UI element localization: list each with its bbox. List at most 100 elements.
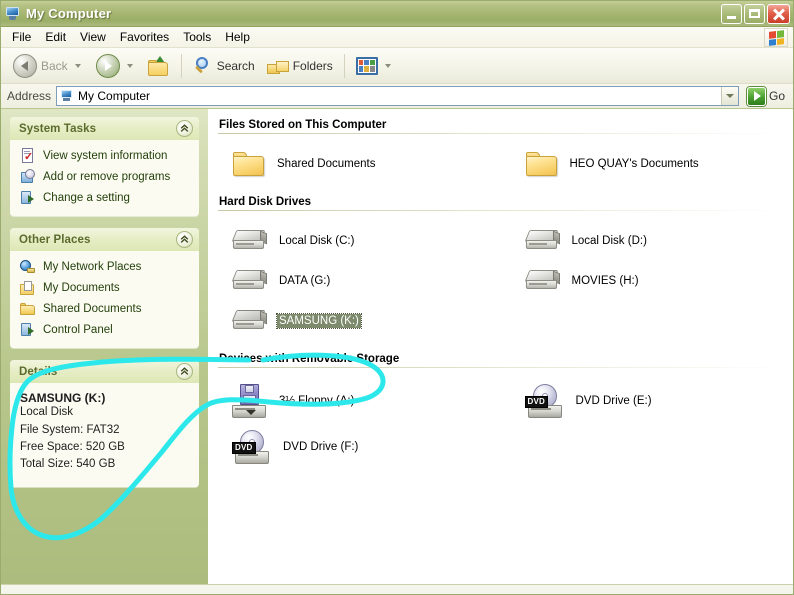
forward-arrow-icon xyxy=(95,53,120,78)
hard-drive-icon xyxy=(231,267,268,295)
go-button[interactable]: Go xyxy=(744,86,788,107)
dvd-drive-icon: DVD xyxy=(232,430,272,464)
hard-drive-icon xyxy=(231,227,268,255)
close-button[interactable] xyxy=(767,4,790,24)
sidebar-item-add-or-remove-programs[interactable]: Add or remove programs xyxy=(10,166,199,187)
change-setting-icon xyxy=(20,190,36,206)
file-list-area: Files Stored on This Computer Shared Doc… xyxy=(208,109,793,584)
item-label: DVD Drive (F:) xyxy=(283,441,359,453)
menu-edit[interactable]: Edit xyxy=(38,28,73,46)
details-free-space: Free Space: 520 GB xyxy=(20,441,125,453)
item-label: DATA (G:) xyxy=(279,275,331,287)
search-label: Search xyxy=(216,58,255,73)
details-file-system: File System: FAT32 xyxy=(20,424,120,436)
folders-button[interactable]: Folders xyxy=(261,51,339,81)
windows-flag-icon xyxy=(764,28,788,47)
details-total-size: Total Size: 540 GB xyxy=(20,458,116,470)
menu-help[interactable]: Help xyxy=(218,28,257,46)
sidebar-item-label: Add or remove programs xyxy=(43,170,171,183)
system-info-icon: ✓ xyxy=(20,147,36,164)
search-icon xyxy=(193,56,213,76)
hard-drive-icon xyxy=(524,267,561,295)
folders-icon xyxy=(266,56,289,75)
my-computer-small-icon xyxy=(60,89,74,103)
panel-system-tasks-header: System Tasks xyxy=(10,117,199,140)
item-local-disk-d[interactable]: Local Disk (D:) xyxy=(501,221,794,261)
item-samsung-k[interactable]: SAMSUNG (K:) xyxy=(208,301,501,341)
menu-tools[interactable]: Tools xyxy=(176,28,218,46)
minimize-button[interactable] xyxy=(721,4,742,24)
panel-system-tasks-title: System Tasks xyxy=(19,122,97,135)
details-drive-name: SAMSUNG (K:) xyxy=(20,391,106,405)
group-heading-hard-disk-drives: Hard Disk Drives xyxy=(219,196,312,208)
toolbar-separator xyxy=(180,53,182,78)
hard-drive-icon xyxy=(231,307,268,335)
up-folder-icon xyxy=(147,55,170,76)
sidebar-item-label: View system information xyxy=(43,149,168,162)
title-bar: My Computer xyxy=(1,1,793,27)
group-divider xyxy=(218,210,787,211)
maximize-button[interactable] xyxy=(744,4,765,24)
sidebar-item-my-documents[interactable]: My Documents xyxy=(10,277,199,298)
chevron-up-icon[interactable] xyxy=(176,231,193,248)
window-title: My Computer xyxy=(26,6,112,21)
menu-view[interactable]: View xyxy=(73,28,113,46)
sidebar-item-view-system-information[interactable]: ✓ View system information xyxy=(10,145,199,166)
group-heading-files-stored: Files Stored on This Computer xyxy=(219,119,387,131)
forward-dropdown-caret-icon[interactable] xyxy=(126,63,133,68)
chevron-up-icon[interactable] xyxy=(176,363,193,380)
sidebar-item-control-panel[interactable]: Control Panel xyxy=(10,319,199,340)
menu-file[interactable]: File xyxy=(5,28,38,46)
item-label: Local Disk (D:) xyxy=(571,235,647,247)
item-dvd-drive-e[interactable]: DVD DVD Drive (E:) xyxy=(501,378,794,424)
back-dropdown-caret-icon[interactable] xyxy=(74,63,81,68)
item-movies-h[interactable]: MOVIES (H:) xyxy=(501,261,794,301)
address-label: Address xyxy=(7,89,52,103)
panel-system-tasks: System Tasks ✓ View system information A… xyxy=(10,117,199,216)
back-button[interactable]: Back xyxy=(7,51,90,81)
item-label: SAMSUNG (K:) xyxy=(276,313,362,329)
address-value: My Computer xyxy=(78,89,151,103)
item-shared-documents[interactable]: Shared Documents xyxy=(208,144,501,184)
go-arrow-icon xyxy=(746,86,766,106)
sidebar-item-my-network-places[interactable]: My Network Places xyxy=(10,256,199,277)
window-body: System Tasks ✓ View system information A… xyxy=(1,109,793,584)
panel-details: Details SAMSUNG (K:) Local Disk File Sys… xyxy=(10,360,199,487)
dvd-drive-icon: DVD xyxy=(524,384,565,418)
sidebar-item-change-a-setting[interactable]: Change a setting xyxy=(10,187,199,208)
chevron-up-icon[interactable] xyxy=(176,120,193,137)
dvd-badge: DVD xyxy=(232,442,256,454)
item-floppy-a[interactable]: 3½ Floppy (A:) xyxy=(208,378,501,424)
forward-button[interactable] xyxy=(90,51,142,81)
address-dropdown-button[interactable] xyxy=(720,87,738,105)
shared-documents-icon xyxy=(20,301,36,317)
item-local-disk-c[interactable]: Local Disk (C:) xyxy=(208,221,501,261)
dvd-badge: DVD xyxy=(524,396,548,408)
folder-icon xyxy=(525,150,559,178)
up-button[interactable] xyxy=(142,51,176,81)
item-dvd-drive-f[interactable]: DVD DVD Drive (F:) xyxy=(208,424,501,470)
my-computer-icon xyxy=(5,6,21,22)
views-dropdown-caret-icon[interactable] xyxy=(384,63,391,68)
search-button[interactable]: Search xyxy=(187,51,261,81)
item-label: 3½ Floppy (A:) xyxy=(279,395,355,407)
panel-other-places-body: My Network Places My Documents Shared Do… xyxy=(10,251,199,348)
item-data-g[interactable]: DATA (G:) xyxy=(208,261,501,301)
views-button[interactable] xyxy=(350,51,400,81)
sidebar-item-label: My Network Places xyxy=(43,260,142,273)
item-heo-quay-documents[interactable]: HEO QUAY's Documents xyxy=(501,144,794,184)
go-label: Go xyxy=(768,89,785,103)
sidebar-item-label: Shared Documents xyxy=(43,302,142,315)
views-icon xyxy=(355,56,378,75)
control-panel-icon xyxy=(20,322,36,338)
toolbar: Back Search Folders xyxy=(1,48,793,84)
address-bar: Address My Computer Go xyxy=(1,84,793,109)
add-remove-programs-icon xyxy=(20,168,36,185)
menu-favorites[interactable]: Favorites xyxy=(113,28,176,46)
explorer-window: My Computer File Edit View Favorites Too… xyxy=(0,0,794,595)
panel-details-header: Details xyxy=(10,360,199,383)
group-divider xyxy=(218,367,787,368)
task-pane: System Tasks ✓ View system information A… xyxy=(1,109,208,584)
address-input[interactable]: My Computer xyxy=(56,86,739,106)
sidebar-item-shared-documents[interactable]: Shared Documents xyxy=(10,298,199,319)
